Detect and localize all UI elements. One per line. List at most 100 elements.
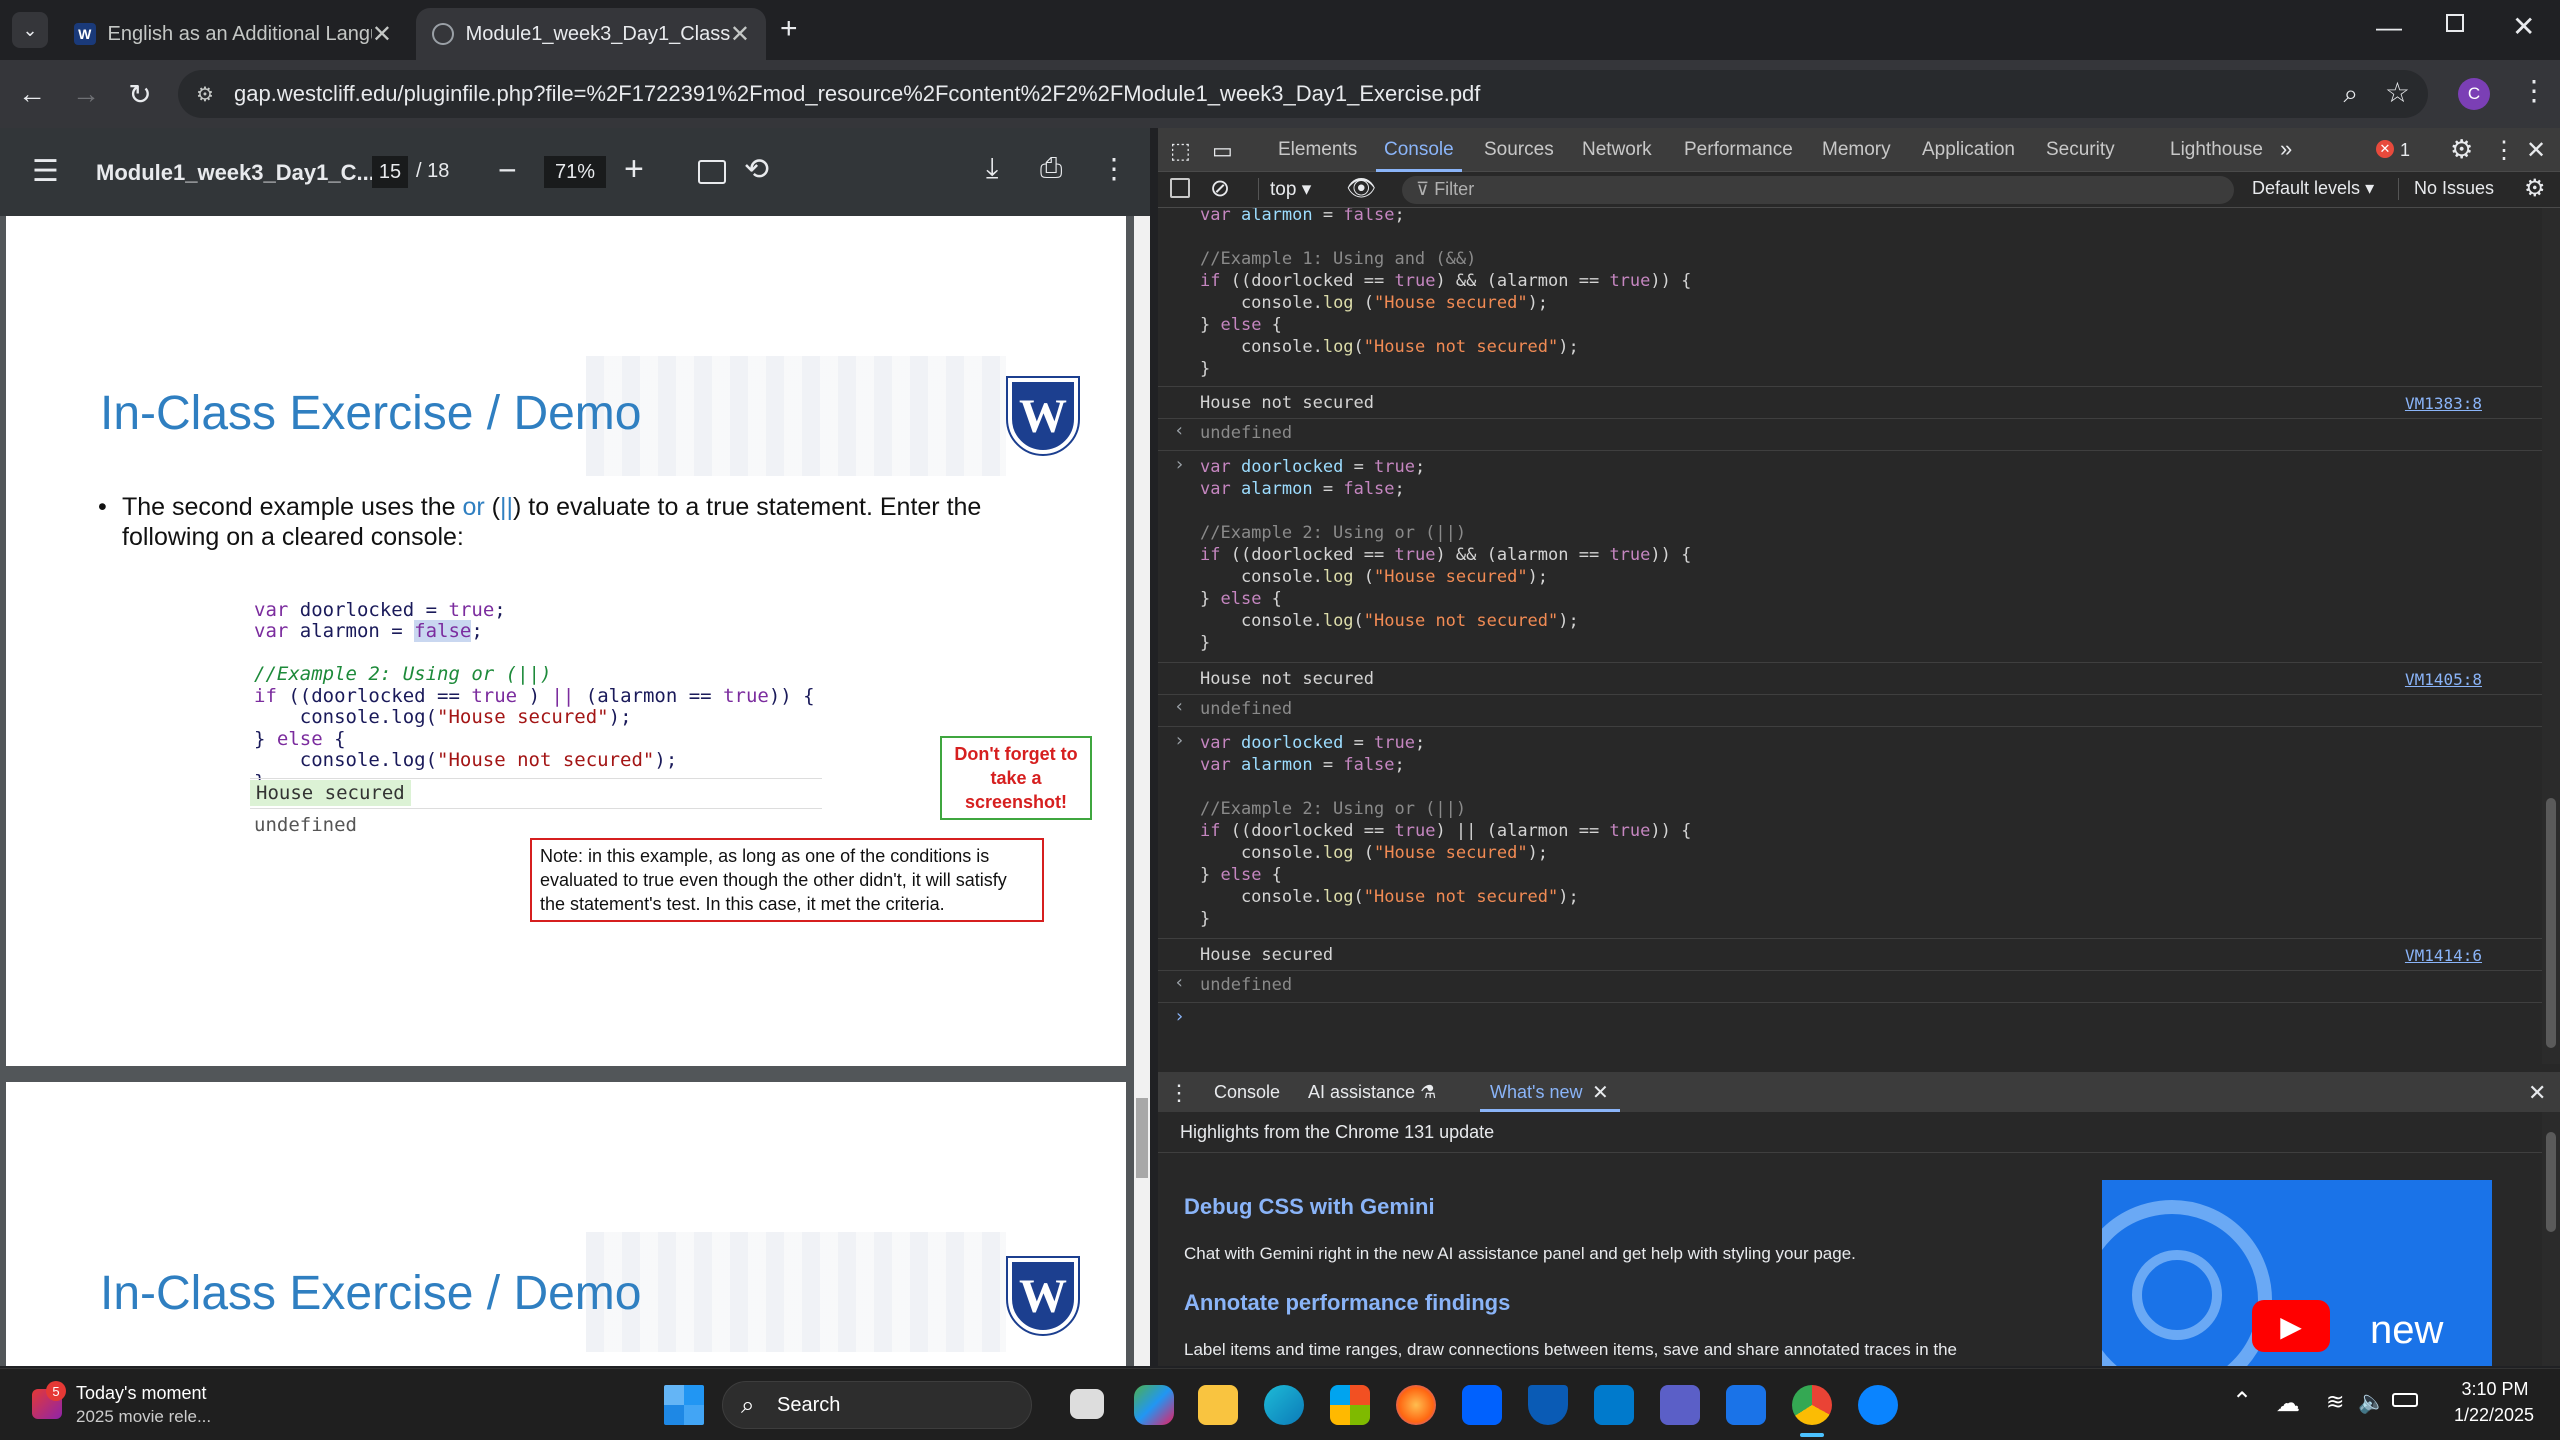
address-bar[interactable]: ⚙ gap.westcliff.edu/pluginfile.php?file=… <box>178 70 2428 118</box>
file-explorer-icon[interactable] <box>1198 1385 1238 1425</box>
console-output[interactable]: var alarmon = false; //Example 1: Using … <box>1158 208 2542 1064</box>
pdf-viewport[interactable]: In-Class Exercise / Demo W • The second … <box>0 216 1150 1366</box>
firefox-icon[interactable] <box>1396 1385 1436 1425</box>
separator <box>1158 694 2542 695</box>
download-icon[interactable]: ⤓ <box>986 152 998 185</box>
pdf-scrollbar[interactable] <box>1134 216 1150 1366</box>
app-icon[interactable] <box>1726 1385 1766 1425</box>
close-devtools-icon[interactable]: ✕ <box>2526 136 2546 165</box>
teams-icon[interactable] <box>1660 1385 1700 1425</box>
restore-button[interactable] <box>2446 14 2464 32</box>
battery-icon[interactable] <box>2392 1393 2418 1407</box>
windows-security-icon[interactable] <box>1528 1385 1568 1425</box>
drawer-scrollbar[interactable] <box>2542 1112 2560 1366</box>
context-select[interactable]: top ▾ <box>1270 178 1311 201</box>
clock-date[interactable]: 1/22/2025 <box>2442 1405 2546 1426</box>
drawer-tab-ai[interactable]: AI assistance ⚗ <box>1308 1082 1436 1103</box>
hamburger-menu-icon[interactable]: ☰ <box>32 154 59 189</box>
source-link[interactable]: VM1383:8 <box>2405 394 2482 413</box>
copilot-icon[interactable] <box>1134 1385 1174 1425</box>
sidebar-toggle-icon[interactable] <box>1170 178 1190 198</box>
more-options-icon[interactable]: ⋮ <box>1100 152 1128 185</box>
back-button[interactable]: ← <box>12 74 52 114</box>
zoom-input[interactable]: 71% <box>544 156 606 188</box>
drawer-tab-whatsnew[interactable]: What's new <box>1490 1082 1582 1103</box>
tab-elements[interactable]: Elements <box>1278 139 1357 161</box>
new-tab-button[interactable]: + <box>780 12 798 46</box>
tab-search-button[interactable]: ⌄ <box>12 12 48 48</box>
chrome-icon[interactable] <box>1792 1385 1832 1425</box>
remote-desktop-icon[interactable] <box>1858 1385 1898 1425</box>
close-drawer-icon[interactable]: ✕ <box>2528 1080 2546 1106</box>
video-thumbnail[interactable]: ▶ new <box>2102 1180 2492 1366</box>
filter-input[interactable]: ⊽ Filter <box>1402 176 2234 204</box>
tab-security[interactable]: Security <box>2046 139 2115 161</box>
edge-icon[interactable] <box>1264 1385 1304 1425</box>
close-window-button[interactable]: ✕ <box>2512 10 2535 43</box>
eye-icon[interactable]: 👁 <box>1346 174 1376 203</box>
drawer-menu-icon[interactable]: ⋮ <box>1168 1080 1190 1106</box>
scrollbar-thumb[interactable] <box>2546 1132 2556 1232</box>
wifi-icon[interactable]: ≋ <box>2326 1389 2344 1415</box>
ms-store-icon[interactable] <box>1330 1385 1370 1425</box>
scrollbar-thumb[interactable] <box>1136 1098 1148 1178</box>
tab-console[interactable]: Console <box>1384 139 1454 161</box>
close-icon[interactable]: ✕ <box>372 20 392 49</box>
tab-memory[interactable]: Memory <box>1822 139 1891 161</box>
kebab-menu-icon[interactable]: ⋮ <box>2520 74 2548 107</box>
reload-button[interactable]: ↻ <box>120 74 160 114</box>
clear-console-icon[interactable]: ⊘ <box>1210 174 1230 203</box>
source-link[interactable]: VM1414:6 <box>2405 946 2482 965</box>
close-tab-icon[interactable]: ✕ <box>1592 1080 1609 1105</box>
start-windows-icon[interactable] <box>664 1385 704 1425</box>
console-scrollbar[interactable] <box>2542 208 2560 1064</box>
feature-heading[interactable]: Annotate performance findings <box>1184 1290 1510 1316</box>
tab-module1[interactable]: Module1_week3_Day1_ClassMe ✕ <box>416 8 766 60</box>
zoom-in-button[interactable]: + <box>624 150 644 189</box>
minimize-button[interactable]: — <box>2376 12 2402 43</box>
tab-network[interactable]: Network <box>1582 139 1652 161</box>
more-tabs-icon[interactable]: » <box>2280 136 2292 162</box>
vscode-icon[interactable] <box>1594 1385 1634 1425</box>
dropbox-icon[interactable] <box>1462 1385 1502 1425</box>
fit-page-icon[interactable] <box>698 160 726 184</box>
bookmark-star-icon[interactable]: ☆ <box>2385 76 2410 109</box>
chevron-up-icon[interactable]: ⌃ <box>2232 1387 2252 1416</box>
error-count[interactable]: 1 <box>2400 140 2410 161</box>
tab-sources[interactable]: Sources <box>1484 139 1554 161</box>
tab-application[interactable]: Application <box>1922 139 2015 161</box>
scrollbar-thumb[interactable] <box>2546 798 2556 1048</box>
site-info-icon[interactable]: ⚙ <box>196 82 214 107</box>
play-button-icon[interactable]: ▶ <box>2252 1300 2330 1352</box>
rotate-icon[interactable]: ⟲ <box>744 152 769 187</box>
device-toolbar-icon[interactable]: ▭ <box>1212 138 1233 164</box>
levels-dropdown[interactable]: Default levels ▾ <box>2252 178 2374 199</box>
tab-performance[interactable]: Performance <box>1684 139 1793 161</box>
page-number-input[interactable]: 15 <box>372 156 408 188</box>
zoom-out-button[interactable]: − <box>498 152 517 189</box>
issues-button[interactable]: No Issues <box>2414 178 2494 199</box>
source-link[interactable]: VM1405:8 <box>2405 670 2482 689</box>
feature-heading[interactable]: Debug CSS with Gemini <box>1184 1194 1435 1220</box>
tab-lighthouse[interactable]: Lighthouse <box>2170 139 2263 161</box>
search-box[interactable]: ⌕ Search <box>722 1381 1032 1429</box>
settings-gear-icon[interactable]: ⚙ <box>2450 134 2473 165</box>
widgets-button[interactable]: 5 Today's moment 2025 movie rele... <box>28 1381 278 1429</box>
console-settings-icon[interactable]: ⚙ <box>2524 174 2546 203</box>
close-icon[interactable]: ✕ <box>730 20 750 49</box>
print-icon[interactable]: ⎙ <box>1040 152 1062 185</box>
drawer-tab-console[interactable]: Console <box>1214 1082 1280 1103</box>
volume-icon[interactable]: 🔈 <box>2358 1389 2385 1415</box>
cloud-icon[interactable]: ☁ <box>2276 1389 2300 1418</box>
devtools-menu-icon[interactable]: ⋮ <box>2492 136 2516 165</box>
clock-time[interactable]: 3:10 PM <box>2450 1379 2540 1400</box>
prompt-icon[interactable]: › <box>1174 1006 1185 1027</box>
watermark-building <box>586 1232 1006 1352</box>
task-view-icon[interactable] <box>1070 1389 1104 1419</box>
zoom-icon[interactable]: ⌕ <box>2343 78 2358 110</box>
inspect-element-icon[interactable]: ⬚ <box>1170 138 1191 164</box>
profile-avatar[interactable]: C <box>2458 78 2490 110</box>
tab-english[interactable]: W English as an Additional Langua ✕ <box>58 8 408 60</box>
error-icon[interactable]: ✕ <box>2376 140 2394 158</box>
forward-button[interactable]: → <box>66 74 106 114</box>
